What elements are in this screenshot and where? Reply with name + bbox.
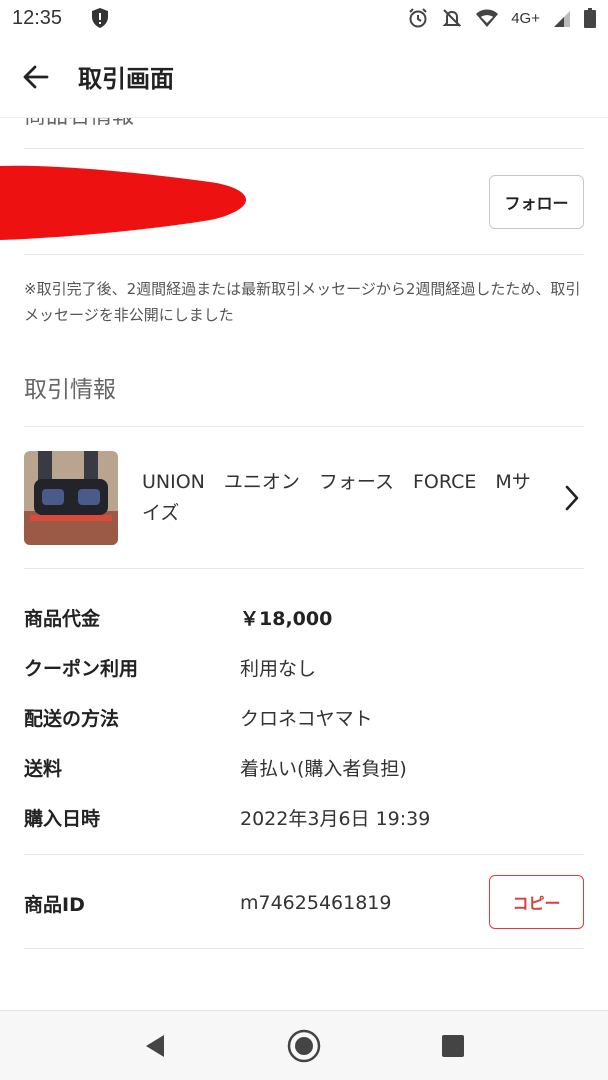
status-icons: 4G+: [407, 7, 596, 29]
arrow-left-icon[interactable]: [0, 36, 72, 118]
divider: [24, 426, 584, 427]
chevron-right-icon: [560, 483, 584, 513]
back-triangle-icon[interactable]: [125, 1016, 185, 1076]
item-thumbnail: [24, 451, 118, 545]
item-link[interactable]: UNION ユニオン フォース FORCE Mサイズ: [24, 450, 584, 546]
product-id-value: m74625461819: [240, 892, 392, 914]
divider: [24, 568, 584, 569]
recents-square-icon[interactable]: [423, 1016, 483, 1076]
home-circle-icon[interactable]: [274, 1016, 334, 1076]
cut-off-heading: 商品名情報: [24, 118, 134, 130]
system-nav-bar: [0, 1010, 608, 1080]
detail-row-shipping-method: 配送の方法 クロネコヤマト: [24, 702, 584, 732]
detail-row-price: 商品代金 ￥18,000: [24, 602, 584, 632]
divider: [24, 148, 584, 149]
product-id-row: 商品ID m74625461819 コピー: [24, 875, 584, 931]
divider: [24, 854, 584, 855]
detail-row-purchase-date: 購入日時 2022年3月6日 19:39: [24, 802, 584, 832]
divider: [24, 948, 584, 949]
detail-row-coupon: クーポン利用 利用なし: [24, 652, 584, 682]
detail-row-shipping-fee: 送料 着払い(購入者負担): [24, 752, 584, 782]
network-type: 4G+: [511, 9, 540, 27]
detail-value: 着払い(購入者負担): [240, 757, 407, 780]
detail-label: クーポン利用: [24, 657, 139, 680]
wifi-icon: [475, 8, 499, 28]
detail-label: 配送の方法: [24, 707, 120, 730]
section-title-transaction-info: 取引情報: [24, 377, 116, 403]
status-bar: 12:35 4G+: [0, 0, 608, 36]
signal-icon: [552, 8, 572, 28]
seller-name-redaction: [0, 160, 250, 240]
detail-label: 商品代金: [24, 607, 101, 630]
item-name: UNION ユニオン フォース FORCE Mサイズ: [142, 471, 531, 524]
transaction-content[interactable]: 商品名情報 フォロー ※取引完了後、2週間経過または最新取引メッセージから2週間…: [0, 118, 608, 1010]
detail-label: 送料: [24, 757, 63, 780]
detail-value: ￥18,000: [240, 607, 333, 630]
status-time: 12:35: [12, 6, 63, 29]
divider: [24, 254, 584, 255]
detail-value: クロネコヤマト: [240, 707, 373, 730]
battery-icon: [584, 8, 596, 28]
alarm-icon: [407, 7, 429, 29]
follow-button[interactable]: フォロー: [489, 175, 584, 229]
copy-button[interactable]: コピー: [489, 875, 584, 929]
page-title: 取引画面: [78, 65, 174, 93]
detail-value: 2022年3月6日 19:39: [240, 807, 431, 830]
detail-label: 購入日時: [24, 807, 101, 830]
app-bar: 取引画面: [0, 36, 608, 118]
product-id-label: 商品ID: [24, 893, 85, 916]
detail-value: 利用なし: [240, 657, 317, 680]
shield-icon: [90, 7, 110, 29]
messages-hidden-notice: ※取引完了後、2週間経過または最新取引メッセージから2週間経過したため、取引メッ…: [24, 280, 581, 324]
mute-icon: [441, 7, 463, 29]
